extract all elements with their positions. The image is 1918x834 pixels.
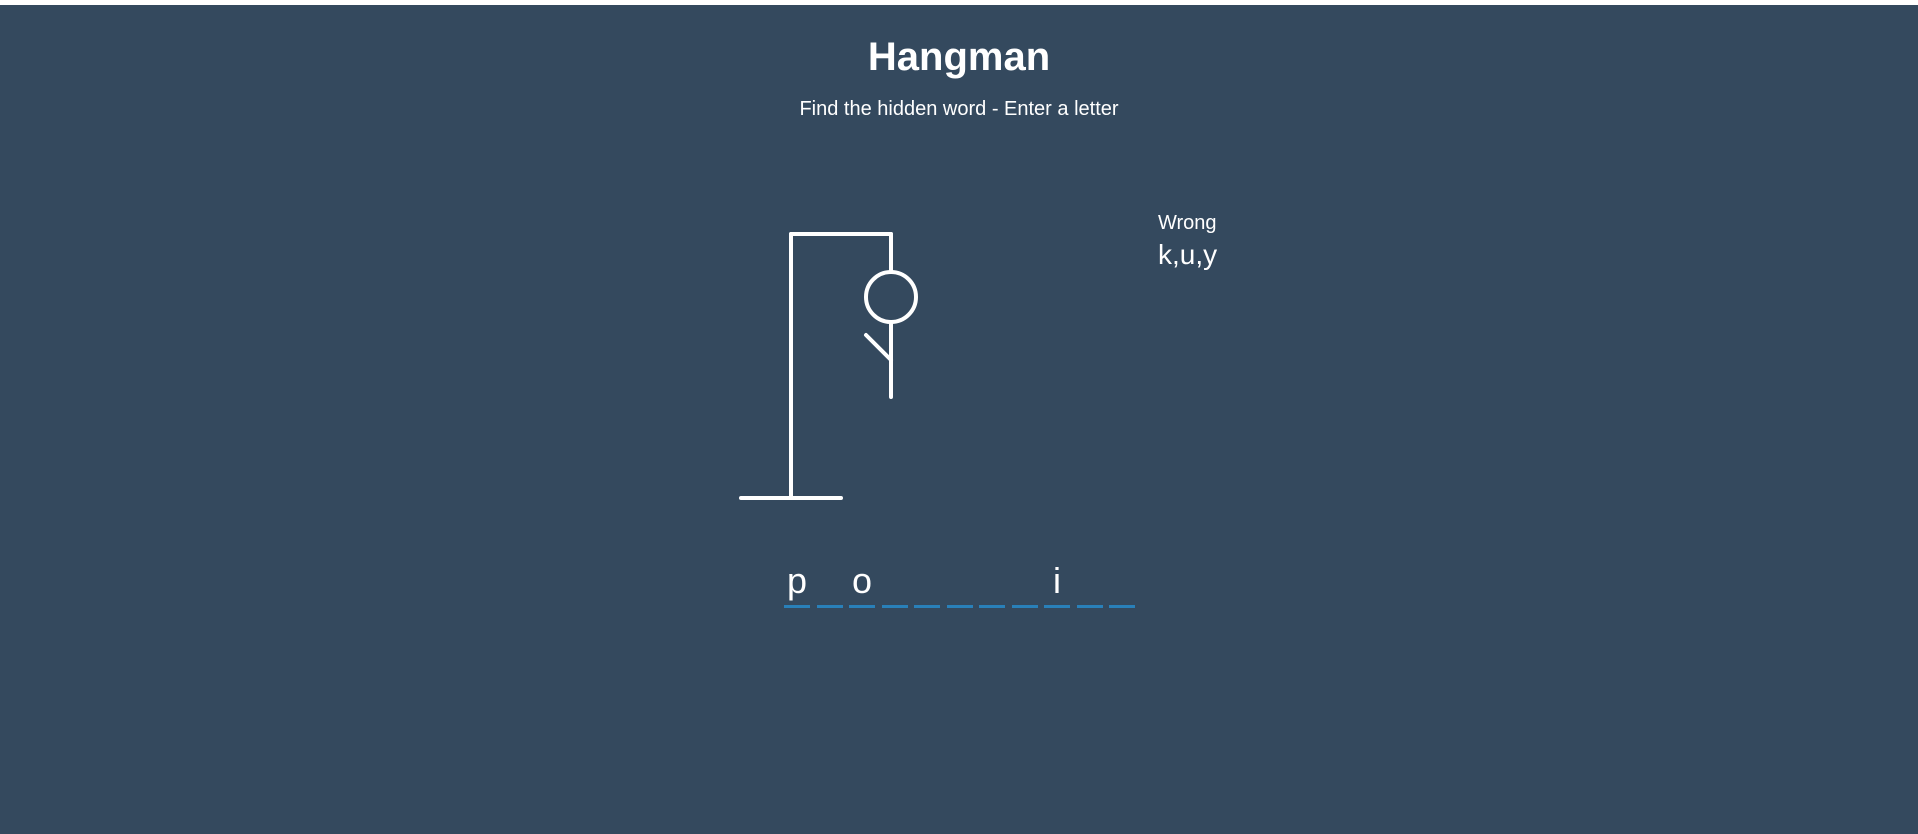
hangman-figure: [739, 232, 918, 500]
hangman-left-arm: [864, 333, 893, 362]
game-container: Hangman Find the hidden word - Enter a l…: [0, 5, 1918, 834]
letter-slot: [882, 558, 908, 608]
letter-slot: [817, 558, 843, 608]
letter-slot: o: [849, 558, 875, 608]
letter-slot: [947, 558, 973, 608]
letter-slot: [914, 558, 940, 608]
wrong-letters-panel: Wrong k,u,y: [1158, 209, 1217, 273]
hangman-head: [864, 270, 918, 324]
letter-slot: [979, 558, 1005, 608]
wrong-label: Wrong: [1158, 212, 1217, 234]
letter-slot: p: [784, 558, 810, 608]
letter-slot: [1109, 558, 1135, 608]
letter-slot: [1012, 558, 1038, 608]
letter-slot: [1077, 558, 1103, 608]
letter-slot: i: [1044, 558, 1070, 608]
wrong-letters: k,u,y: [1158, 239, 1218, 270]
